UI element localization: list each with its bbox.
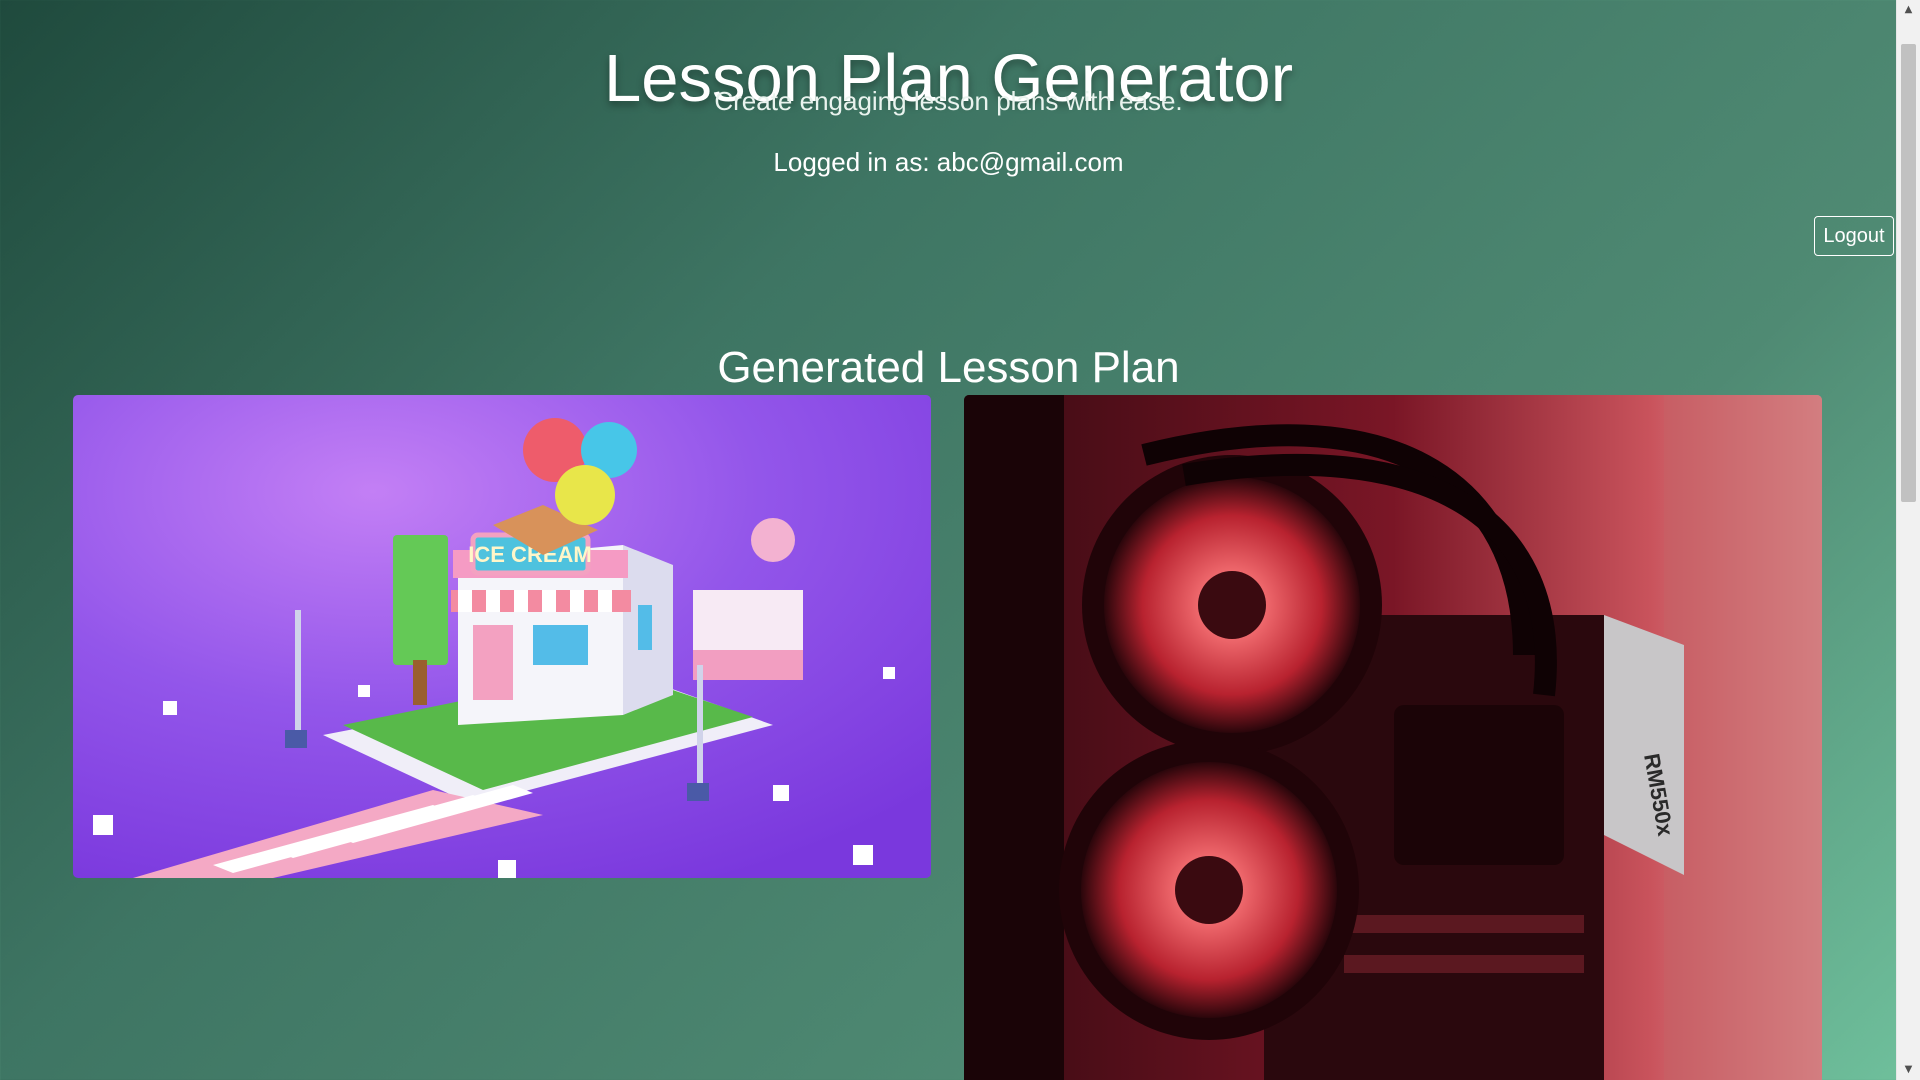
scroll-thumb[interactable] bbox=[1901, 44, 1916, 502]
scroll-down-icon[interactable]: ▼ bbox=[1897, 1060, 1920, 1080]
pc-hardware-photo: RM550x bbox=[964, 395, 1822, 1080]
ice-cream-shop-illustration: ICE CREAM bbox=[73, 395, 931, 878]
page-scrollbar[interactable]: ▲ ▼ bbox=[1896, 0, 1920, 1080]
section-title: Generated Lesson Plan bbox=[717, 342, 1180, 392]
lesson-image-pc-hardware: RM550x bbox=[964, 395, 1822, 1080]
scroll-up-icon[interactable]: ▲ bbox=[1897, 0, 1920, 20]
page-subtitle: Create engaging lesson plans with ease. bbox=[714, 86, 1183, 116]
logged-in-status: Logged in as: abc@gmail.com bbox=[773, 147, 1124, 177]
lesson-image-ice-cream: ICE CREAM bbox=[73, 395, 931, 878]
logout-button[interactable]: Logout bbox=[1814, 216, 1894, 256]
